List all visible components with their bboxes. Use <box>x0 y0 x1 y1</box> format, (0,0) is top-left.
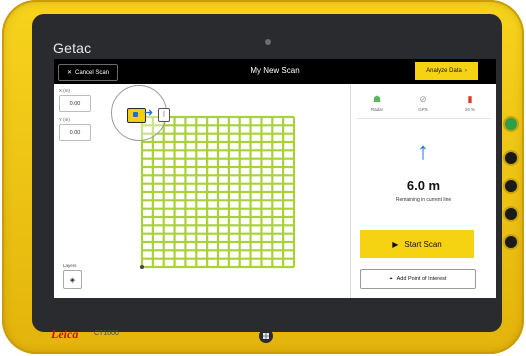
battery-icon: ▮ <box>467 94 473 104</box>
leica-logo: Leica <box>51 327 79 341</box>
add-poi-button[interactable]: ⌖ Add Point of Interest <box>360 269 476 289</box>
status-battery: ▮ 26 % <box>450 94 490 113</box>
x-label: X (m) <box>59 88 70 93</box>
chevron-right-icon: › <box>464 68 467 74</box>
location-pin-icon: ⌖ <box>389 275 393 282</box>
grid-origin-dot <box>140 265 144 269</box>
analyze-data-label: Analyze Data <box>426 68 462 74</box>
layers-label: Layers <box>63 263 77 268</box>
side-button-1[interactable] <box>505 152 517 164</box>
radar-icon: ☗ <box>372 94 382 104</box>
scan-grid[interactable] <box>138 115 298 271</box>
brand-label: Getac <box>53 40 92 56</box>
windows-icon <box>263 333 269 339</box>
direction-arrow-icon: ➜ <box>144 107 154 119</box>
y-field[interactable]: 0.00 <box>59 124 91 141</box>
divider <box>357 118 491 119</box>
status-gps: ⊘ GPS <box>403 94 443 113</box>
scan-map-panel: X (m) 0.00 Y (m) 0.00 ➜ ⦚ Layers ◈ <box>54 84 351 298</box>
model-label: CT1000 <box>94 330 119 337</box>
side-button-4[interactable] <box>505 236 517 248</box>
x-field[interactable]: 0.00 <box>59 95 91 112</box>
status-radar: ☗ Radar <box>357 94 397 113</box>
top-bar: ✕ Cancel Scan My New Scan Analyze Data › <box>54 59 496 84</box>
side-button-power[interactable] <box>505 118 517 130</box>
y-label: Y (m) <box>59 117 70 122</box>
status-battery-label: 26 % <box>464 107 476 112</box>
arrow-up-icon: ↑ <box>417 138 429 165</box>
guidance-panel: ☗ Radar ⊘ GPS ▮ 26 % ↑ 6.0 m Remaining i… <box>351 84 496 298</box>
start-scan-label: Start Scan <box>404 239 442 249</box>
layers-icon: ◈ <box>69 276 76 284</box>
start-scan-button[interactable]: ▶ Start Scan <box>360 230 474 258</box>
layers-button[interactable]: ◈ <box>63 270 82 289</box>
add-poi-label: Add Point of Interest <box>396 276 447 282</box>
tablet-device: Getac ✕ Cancel Scan My New Scan Analyze … <box>2 0 524 354</box>
camera-lens <box>265 39 271 45</box>
remaining-distance: 6.0 m <box>406 178 441 193</box>
side-button-2[interactable] <box>505 180 517 192</box>
gps-icon: ⊘ <box>419 94 427 104</box>
analyze-data-button[interactable]: Analyze Data › <box>415 62 478 80</box>
status-radar-label: Radar <box>370 107 384 112</box>
target-marker-icon: ⦚ <box>158 108 170 122</box>
status-gps-label: GPS <box>418 107 428 112</box>
play-icon: ▶ <box>392 239 399 249</box>
app-screen: ✕ Cancel Scan My New Scan Analyze Data ›… <box>54 59 496 298</box>
side-button-3[interactable] <box>505 208 517 220</box>
remaining-subtitle: Remaining in current line <box>395 197 452 203</box>
windows-home-button[interactable] <box>259 329 273 343</box>
